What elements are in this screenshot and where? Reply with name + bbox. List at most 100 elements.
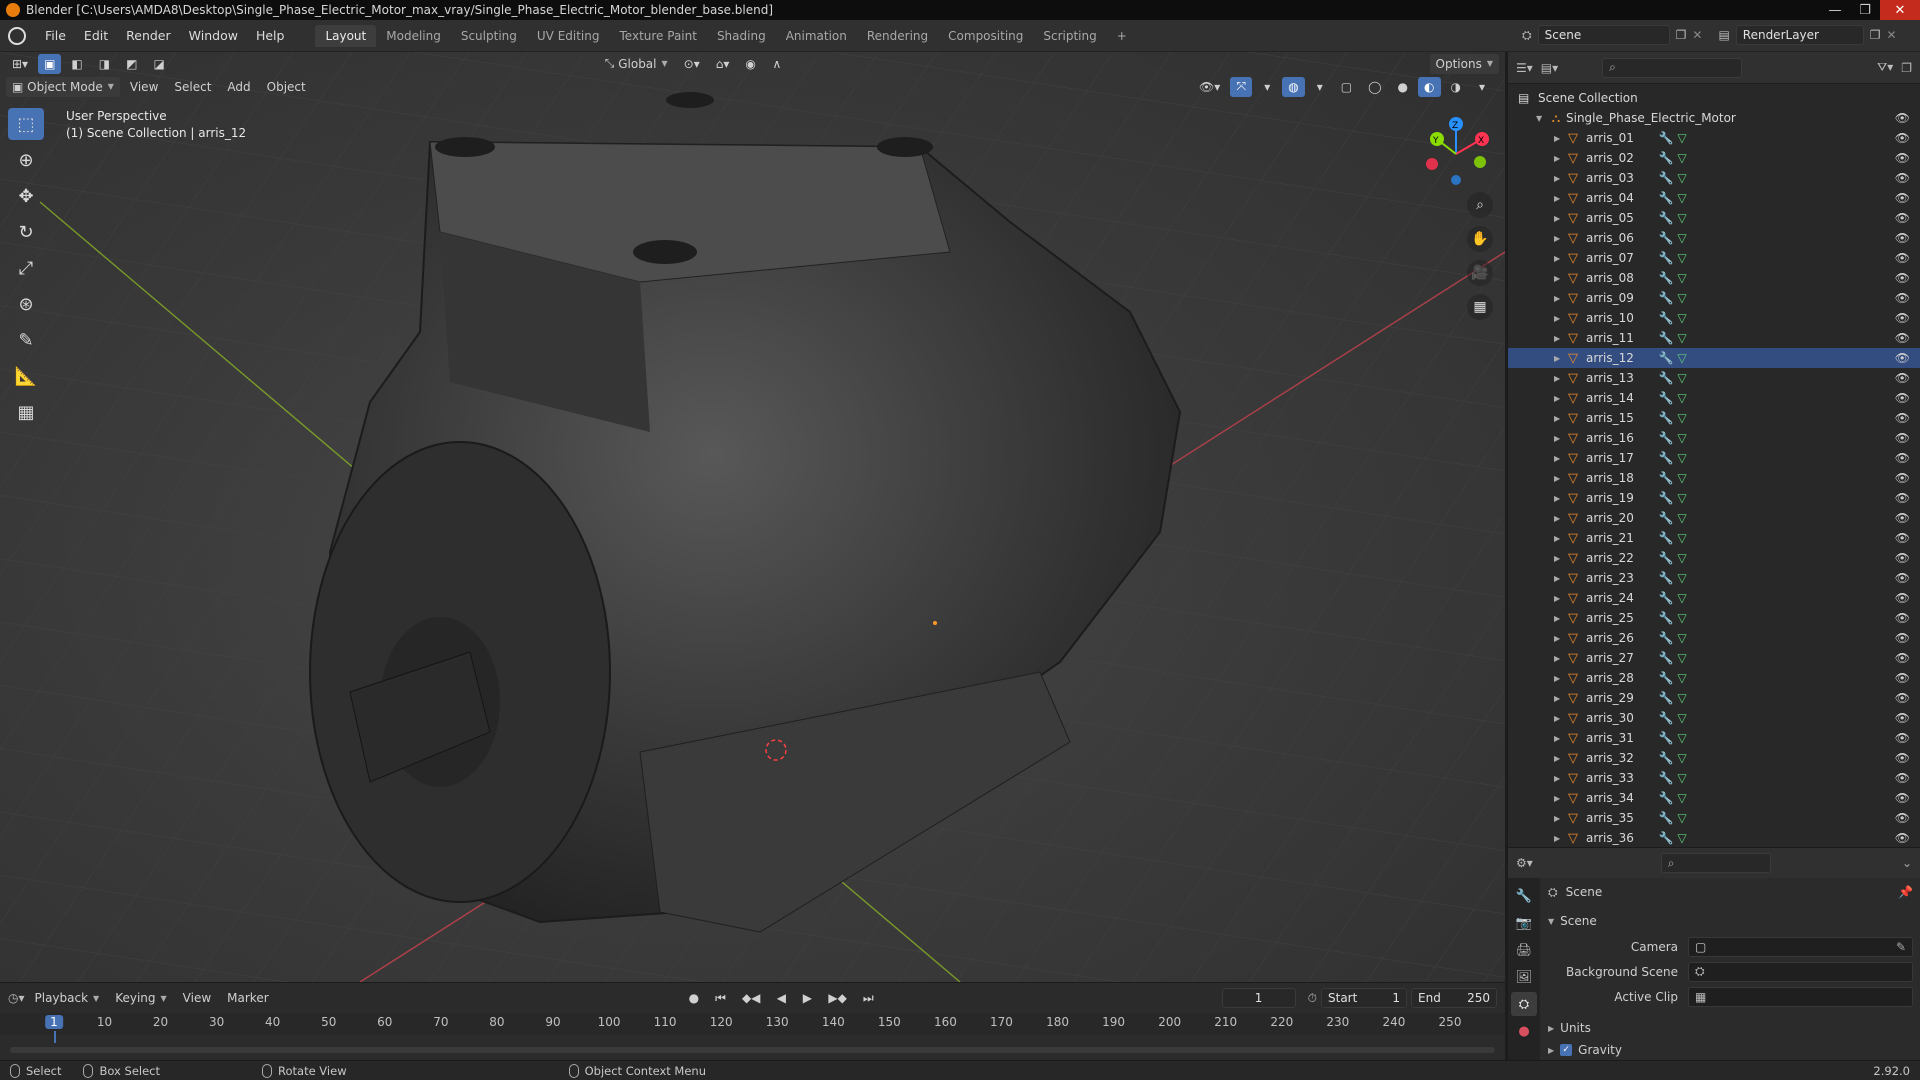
expand-triangle-icon[interactable]: ▶ — [1554, 354, 1564, 363]
eye-icon[interactable]: 👁 — [1895, 751, 1910, 765]
menu-select[interactable]: Select — [168, 77, 217, 97]
playhead-line[interactable] — [54, 1031, 56, 1043]
eye-icon[interactable]: 👁 — [1895, 151, 1910, 165]
outliner-item[interactable]: ▶ ▽ arris_06 🔧 ▽ 👁 — [1508, 228, 1920, 248]
menu-view[interactable]: View — [124, 77, 164, 97]
transform-orientation-dropdown[interactable]: ⤡ Global ▼ — [599, 54, 674, 74]
expand-triangle-icon[interactable]: ▶ — [1554, 694, 1564, 703]
select-mode-new-icon[interactable]: ◧ — [65, 54, 88, 74]
expand-triangle-icon[interactable]: ▶ — [1554, 774, 1564, 783]
modifier-wrench-icon[interactable]: 🔧 — [1658, 811, 1674, 825]
outliner-item[interactable]: ▶ ▽ arris_24 🔧 ▽ 👁 — [1508, 588, 1920, 608]
outliner-item[interactable]: ▶ ▽ arris_17 🔧 ▽ 👁 — [1508, 448, 1920, 468]
expand-triangle-icon[interactable]: ▶ — [1554, 474, 1564, 483]
outliner-editor-icon[interactable]: ☰▾ — [1516, 61, 1533, 75]
eye-icon[interactable]: 👁 — [1895, 311, 1910, 325]
jump-end-icon[interactable]: ⏭ — [857, 988, 880, 1008]
tab-animation[interactable]: Animation — [776, 25, 857, 47]
modifier-wrench-icon[interactable]: 🔧 — [1658, 491, 1674, 505]
timeline-scrollbar[interactable] — [10, 1047, 1495, 1053]
tab-rendering[interactable]: Rendering — [857, 25, 938, 47]
menu-window[interactable]: Window — [180, 25, 247, 47]
mesh-data-icon[interactable]: ▽ — [1674, 431, 1690, 445]
timeline-ruler[interactable]: 1 10 20 30 40 50 60 70 80 90 100 110 120 130 140 150 160… — [0, 1013, 1505, 1043]
eye-icon[interactable]: 👁 — [1895, 811, 1910, 825]
mesh-data-icon[interactable]: ▽ — [1674, 791, 1690, 805]
wireframe-shading-icon[interactable]: ◯ — [1362, 77, 1387, 97]
modifier-wrench-icon[interactable]: 🔧 — [1658, 311, 1674, 325]
expand-triangle-icon[interactable]: ▶ — [1554, 334, 1564, 343]
mesh-data-icon[interactable]: ▽ — [1674, 811, 1690, 825]
scene-tab-icon[interactable]: ⛭ — [1511, 992, 1537, 1016]
outliner-item[interactable]: ▶ ▽ arris_10 🔧 ▽ 👁 — [1508, 308, 1920, 328]
prev-keyframe-icon[interactable]: ◆◀ — [736, 988, 766, 1008]
eye-icon[interactable]: 👁 — [1895, 591, 1910, 605]
outliner-item[interactable]: ▶ ▽ arris_09 🔧 ▽ 👁 — [1508, 288, 1920, 308]
mesh-data-icon[interactable]: ▽ — [1674, 531, 1690, 545]
expand-triangle-icon[interactable]: ▶ — [1554, 654, 1564, 663]
expand-triangle-icon[interactable]: ▶ — [1554, 574, 1564, 583]
tab-shading[interactable]: Shading — [707, 25, 776, 47]
tab-layout[interactable]: Layout — [315, 24, 377, 47]
menu-object[interactable]: Object — [261, 77, 312, 97]
end-frame-field[interactable]: End 250 — [1411, 988, 1497, 1008]
expand-triangle-icon[interactable]: ▶ — [1554, 374, 1564, 383]
expand-triangle-icon[interactable]: ▶ — [1554, 554, 1564, 563]
outliner-item[interactable]: ▶ ▽ arris_20 🔧 ▽ 👁 — [1508, 508, 1920, 528]
expand-triangle-icon[interactable]: ▶ — [1554, 154, 1564, 163]
expand-triangle-icon[interactable]: ▶ — [1554, 314, 1564, 323]
eye-icon[interactable]: 👁 — [1895, 211, 1910, 225]
mesh-data-icon[interactable]: ▽ — [1674, 331, 1690, 345]
navigation-gizmo[interactable]: Z X Y — [1420, 114, 1500, 194]
mesh-data-icon[interactable]: ▽ — [1674, 131, 1690, 145]
expand-triangle-icon[interactable]: ▶ — [1554, 594, 1564, 603]
modifier-wrench-icon[interactable]: 🔧 — [1658, 391, 1674, 405]
root-collection-row[interactable]: ▼ ⛬ Single_Phase_Electric_Motor 👁 — [1508, 108, 1920, 128]
eye-icon[interactable]: 👁 — [1895, 271, 1910, 285]
mesh-data-icon[interactable]: ▽ — [1674, 591, 1690, 605]
expand-triangle-icon[interactable]: ▶ — [1554, 674, 1564, 683]
outliner-item[interactable]: ▶ ▽ arris_15 🔧 ▽ 👁 — [1508, 408, 1920, 428]
modifier-wrench-icon[interactable]: 🔧 — [1658, 671, 1674, 685]
mesh-data-icon[interactable]: ▽ — [1674, 251, 1690, 265]
outliner-item[interactable]: ▶ ▽ arris_07 🔧 ▽ 👁 — [1508, 248, 1920, 268]
outliner-item[interactable]: ▶ ▽ arris_34 🔧 ▽ 👁 — [1508, 788, 1920, 808]
eye-icon[interactable]: 👁 — [1895, 611, 1910, 625]
minimize-button[interactable]: — — [1820, 0, 1850, 20]
mesh-data-icon[interactable]: ▽ — [1674, 211, 1690, 225]
solid-shading-icon[interactable]: ● — [1392, 77, 1414, 97]
modifier-wrench-icon[interactable]: 🔧 — [1658, 731, 1674, 745]
pan-hand-icon[interactable]: ✋ — [1467, 226, 1493, 252]
mesh-data-icon[interactable]: ▽ — [1674, 771, 1690, 785]
outliner-item[interactable]: ▶ ▽ arris_28 🔧 ▽ 👁 — [1508, 668, 1920, 688]
outliner-item[interactable]: ▶ ▽ arris_27 🔧 ▽ 👁 — [1508, 648, 1920, 668]
material-shading-icon[interactable]: ◐ — [1418, 76, 1441, 97]
outliner-item[interactable]: ▶ ▽ arris_01 🔧 ▽ 👁 — [1508, 128, 1920, 148]
maximize-button[interactable]: ❐ — [1850, 0, 1880, 20]
expand-triangle-icon[interactable]: ▶ — [1554, 634, 1564, 643]
eye-icon[interactable]: 👁 — [1895, 471, 1910, 485]
eye-icon[interactable]: 👁 — [1895, 571, 1910, 585]
expand-triangle-icon[interactable]: ▶ — [1554, 834, 1564, 843]
modifier-wrench-icon[interactable]: 🔧 — [1658, 511, 1674, 525]
new-scene-icon[interactable]: ❐ — [1676, 28, 1687, 42]
outliner-search-input[interactable]: ⌕ — [1602, 57, 1743, 78]
eye-icon[interactable]: 👁 — [1895, 651, 1910, 665]
scene-selector[interactable]: Scene — [1537, 25, 1670, 45]
blender-menu-icon[interactable] — [8, 26, 26, 45]
mesh-data-icon[interactable]: ▽ — [1674, 391, 1690, 405]
gravity-panel-header[interactable]: ▶ ✓ Gravity — [1548, 1041, 1913, 1059]
scene-panel-header[interactable]: ▼ Scene — [1548, 908, 1913, 934]
expand-triangle-icon[interactable]: ▶ — [1554, 814, 1564, 823]
eye-icon[interactable]: 👁 — [1895, 131, 1910, 145]
tool-tab-icon[interactable]: 🔧 — [1511, 884, 1537, 908]
menu-help[interactable]: Help — [247, 25, 294, 47]
play-icon[interactable]: ▶ — [796, 988, 818, 1008]
mesh-data-icon[interactable]: ▽ — [1674, 271, 1690, 285]
modifier-wrench-icon[interactable]: 🔧 — [1658, 191, 1674, 205]
menu-file[interactable]: File — [36, 25, 75, 47]
pin-icon[interactable]: 📌 — [1898, 885, 1913, 899]
expand-triangle-icon[interactable]: ▶ — [1554, 394, 1564, 403]
mesh-data-icon[interactable]: ▽ — [1674, 171, 1690, 185]
mesh-data-icon[interactable]: ▽ — [1674, 191, 1690, 205]
